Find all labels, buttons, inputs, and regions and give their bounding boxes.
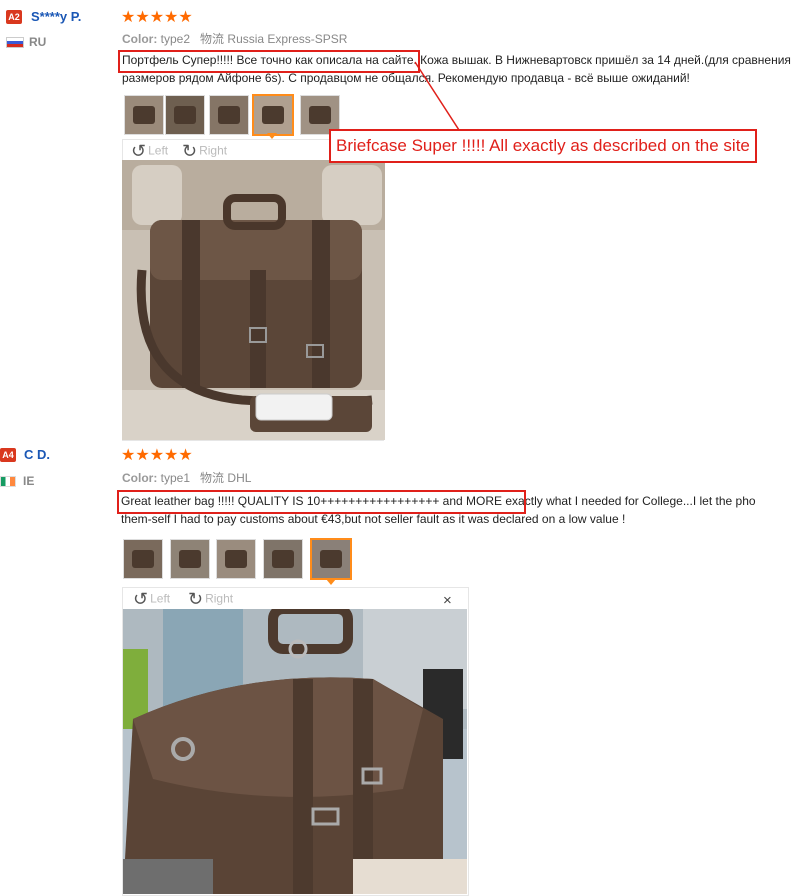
rotate-left-icon: ↺ bbox=[131, 141, 147, 161]
shipping-label: 物流 bbox=[200, 471, 225, 485]
close-viewer-icon[interactable]: × bbox=[443, 592, 452, 609]
rating-stars: ★★★★★ bbox=[121, 447, 193, 464]
flag-ie-icon bbox=[0, 476, 16, 487]
review-text-rest: Кожа вышак. В Нижневартовск пришёл за 14… bbox=[416, 53, 791, 67]
rotate-left-button[interactable]: ↺ Left bbox=[133, 589, 170, 610]
color-label: Color: bbox=[122, 471, 158, 485]
order-meta: Color: type2 物流 Russia Express-SPSR bbox=[122, 30, 347, 47]
briefcase-photo bbox=[122, 160, 385, 440]
rotate-left-icon: ↺ bbox=[133, 589, 149, 609]
buyer-level-badge: A2 bbox=[6, 10, 22, 24]
reviewer-country: IE bbox=[23, 474, 35, 488]
rotate-left-button[interactable]: ↺ Left bbox=[131, 141, 168, 162]
review-photo-thumb[interactable] bbox=[216, 539, 256, 579]
review-photo-large bbox=[122, 160, 385, 440]
review-photo-large bbox=[123, 609, 467, 894]
buyer-level-badge: A4 bbox=[0, 448, 16, 462]
callout-pointer-line bbox=[414, 61, 460, 131]
review-photo-thumb-selected[interactable] bbox=[252, 94, 294, 136]
color-label: Color: bbox=[122, 32, 158, 46]
color-value: type2 bbox=[160, 32, 191, 46]
reviewer-country: RU bbox=[29, 35, 47, 49]
rotate-right-icon: ↻ bbox=[182, 141, 198, 161]
shipping-value: Russia Express-SPSR bbox=[227, 32, 348, 46]
reviewer-name[interactable]: C D. bbox=[24, 447, 50, 462]
review-photo-thumb[interactable] bbox=[123, 539, 163, 579]
review-photo-thumb-selected[interactable] bbox=[310, 538, 352, 580]
review-photo-thumb[interactable] bbox=[209, 95, 249, 135]
review-photo-thumb[interactable] bbox=[170, 539, 210, 579]
order-meta: Color: type1 物流 DHL bbox=[122, 469, 251, 486]
review-photo-thumb[interactable] bbox=[165, 95, 205, 135]
annotation-highlight-box bbox=[118, 50, 420, 73]
rating-stars: ★★★★★ bbox=[121, 9, 193, 26]
shipping-label: 物流 bbox=[200, 32, 225, 46]
color-value: type1 bbox=[160, 471, 191, 485]
flag-ru-icon bbox=[6, 37, 24, 48]
selected-caret-icon bbox=[326, 579, 336, 585]
rotate-right-icon: ↻ bbox=[188, 589, 204, 609]
reviewer-name[interactable]: S****y P. bbox=[31, 9, 81, 24]
leather-bag-photo bbox=[123, 609, 467, 894]
review-photo-thumb[interactable] bbox=[124, 95, 164, 135]
review-photo-thumb[interactable] bbox=[263, 539, 303, 579]
review-text-rest: exactly what I needed for College...I le… bbox=[502, 494, 756, 508]
annotation-highlight-box bbox=[117, 490, 526, 514]
shipping-value: DHL bbox=[227, 471, 252, 485]
rotate-right-button[interactable]: ↻ Right bbox=[188, 589, 233, 610]
rotate-right-button[interactable]: ↻ Right bbox=[182, 141, 227, 162]
translation-callout: Briefcase Super !!!!! All exactly as des… bbox=[329, 129, 757, 163]
